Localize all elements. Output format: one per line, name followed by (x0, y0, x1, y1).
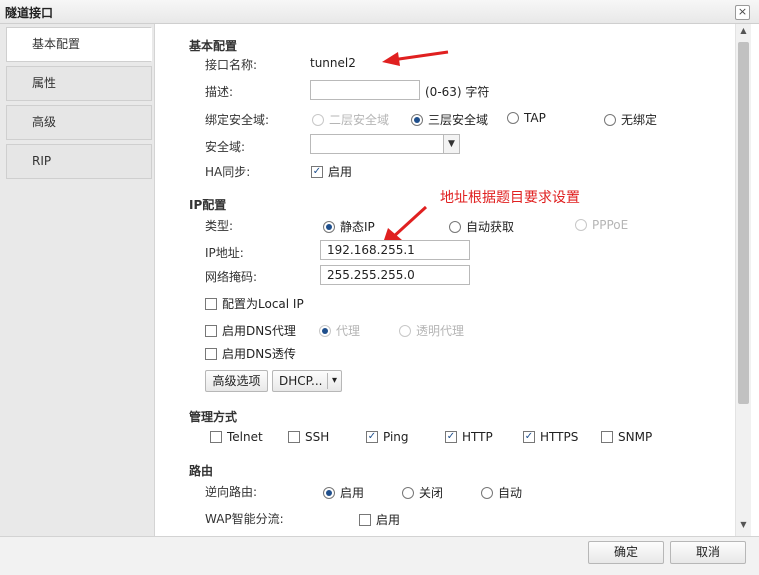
zone-bind-l2[interactable]: 二层安全域 (312, 111, 389, 128)
description-hint: (0-63) 字符 (425, 85, 490, 99)
window-title: 隧道接口 (5, 6, 54, 20)
close-button[interactable]: × (735, 5, 750, 20)
checkbox-checked-icon: ✓ (311, 165, 323, 178)
section-basic-config: 基本配置 (189, 39, 238, 53)
radio-selected-icon (319, 324, 331, 337)
checkbox-icon (210, 430, 222, 443)
wap-split-checkbox[interactable]: 启用 (359, 511, 400, 528)
checkbox-icon (288, 430, 300, 443)
chevron-down-icon: ▾ (327, 373, 341, 389)
ip-type-static[interactable]: 静态IP (323, 218, 375, 235)
section-management: 管理方式 (189, 410, 238, 424)
reverse-route-disable[interactable]: 关闭 (402, 484, 443, 501)
dns-proxy-mode-transparent[interactable]: 透明代理 (399, 322, 464, 339)
wap-split-label: WAP智能分流: (205, 512, 284, 526)
dns-proxy-checkbox[interactable]: 启用DNS代理 (205, 322, 296, 339)
mgmt-https-checkbox[interactable]: ✓ HTTPS (523, 429, 578, 444)
ha-sync-checkbox[interactable]: ✓ 启用 (311, 163, 352, 180)
zone-bind-l3[interactable]: 三层安全域 (411, 111, 488, 128)
description-input[interactable] (310, 80, 420, 100)
checkbox-checked-icon: ✓ (366, 430, 378, 443)
mgmt-http-checkbox[interactable]: ✓ HTTP (445, 429, 493, 444)
scroll-up-icon[interactable]: ▲ (736, 26, 751, 40)
sidebar-item-basic-config[interactable]: 基本配置 (6, 27, 152, 62)
reverse-route-auto[interactable]: 自动 (481, 484, 522, 501)
dns-transparent-checkbox[interactable]: 启用DNS透传 (205, 345, 296, 362)
dns-proxy-mode-proxy[interactable]: 代理 (319, 322, 360, 339)
scrollbar[interactable]: ▲ ▼ (735, 24, 751, 536)
title-bar: 隧道接口 × (0, 0, 759, 24)
ha-sync-label: HA同步: (205, 165, 251, 179)
ok-button[interactable]: 确定 (588, 541, 664, 564)
interface-name-value: tunnel2 (310, 56, 356, 70)
reverse-route-enable[interactable]: 启用 (323, 484, 364, 501)
security-zone-select[interactable]: ▼ (310, 134, 460, 154)
sidebar: 基本配置 属性 高级 RIP (0, 24, 155, 536)
radio-icon (604, 113, 616, 126)
zone-bind-label: 绑定安全域: (205, 113, 270, 127)
radio-selected-icon (411, 113, 423, 126)
mgmt-ssh-checkbox[interactable]: SSH (288, 429, 329, 444)
zone-bind-none[interactable]: 无绑定 (604, 111, 657, 128)
advanced-options-button[interactable]: 高级选项 (205, 370, 268, 392)
checkbox-icon (359, 513, 371, 526)
checkbox-checked-icon: ✓ (523, 430, 535, 443)
radio-icon (449, 220, 461, 233)
ip-type-pppoe[interactable]: PPPoE (575, 217, 628, 232)
sidebar-item-advanced[interactable]: 高级 (6, 105, 152, 140)
scroll-down-icon[interactable]: ▼ (736, 520, 751, 534)
mgmt-telnet-checkbox[interactable]: Telnet (210, 429, 263, 444)
netmask-label: 网络掩码: (205, 270, 258, 284)
ip-address-input[interactable]: 192.168.255.1 (320, 240, 470, 260)
ip-type-dhcp[interactable]: 自动获取 (449, 218, 514, 235)
radio-selected-icon (323, 220, 335, 233)
mgmt-snmp-checkbox[interactable]: SNMP (601, 429, 652, 444)
local-ip-checkbox[interactable]: 配置为Local IP (205, 295, 304, 312)
annotation-arrow-icon (382, 50, 449, 66)
dialog-footer: 确定 取消 (0, 536, 759, 575)
zone-bind-tap[interactable]: TAP (507, 110, 546, 125)
mgmt-ping-checkbox[interactable]: ✓ Ping (366, 429, 409, 444)
description-label: 描述: (205, 85, 234, 99)
checkbox-icon (205, 297, 217, 310)
netmask-input[interactable]: 255.255.255.0 (320, 265, 470, 285)
ip-address-label: IP地址: (205, 246, 244, 260)
security-zone-label: 安全域: (205, 140, 246, 154)
sidebar-item-properties[interactable]: 属性 (6, 66, 152, 101)
radio-icon (399, 324, 411, 337)
checkbox-icon (205, 347, 217, 360)
radio-icon (507, 111, 519, 124)
content-panel: 基本配置 接口名称: tunnel2 描述: (0-63) 字符 绑定安全域: … (155, 24, 735, 536)
dhcp-dropdown-button[interactable]: DHCP... ▾ (272, 370, 342, 392)
section-ip-config: IP配置 (189, 198, 227, 212)
ip-type-label: 类型: (205, 219, 234, 233)
radio-icon (312, 113, 324, 126)
checkbox-icon (601, 430, 613, 443)
checkbox-checked-icon: ✓ (445, 430, 457, 443)
reverse-route-label: 逆向路由: (205, 485, 258, 499)
radio-icon (481, 486, 493, 499)
interface-name-label: 接口名称: (205, 58, 258, 72)
radio-icon (402, 486, 414, 499)
sidebar-item-rip[interactable]: RIP (6, 144, 152, 179)
section-routing: 路由 (189, 464, 214, 478)
radio-icon (575, 218, 587, 231)
scrollbar-thumb[interactable] (738, 42, 749, 404)
checkbox-icon (205, 324, 217, 337)
chevron-down-icon: ▼ (443, 135, 459, 153)
cancel-button[interactable]: 取消 (670, 541, 746, 564)
annotation-text: 地址根据题目要求设置 (440, 190, 580, 206)
radio-selected-icon (323, 486, 335, 499)
